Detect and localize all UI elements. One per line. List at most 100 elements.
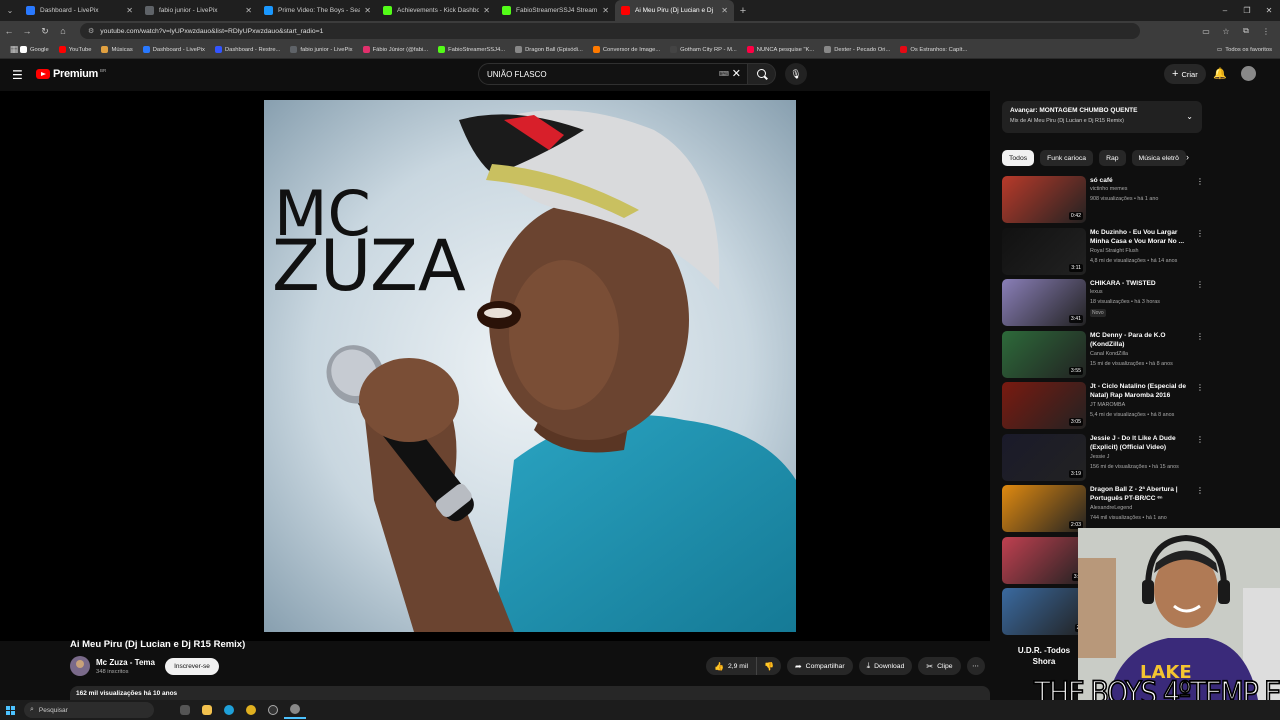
filter-chip[interactable]: Música eletrô (1131, 150, 1186, 166)
share-button[interactable]: ➦ Compartilhar (786, 657, 853, 675)
close-tab-icon[interactable]: ✕ (245, 6, 252, 15)
recommended-thumbnail[interactable]: 3:05 (1002, 382, 1086, 429)
maximize-icon[interactable]: ❐ (1236, 0, 1258, 21)
browser-tab[interactable]: Ai Meu Piru (Dj Lucian e Dj ✕ (615, 0, 734, 21)
account-avatar[interactable] (1241, 66, 1256, 81)
recommended-title[interactable]: só café (1090, 176, 1194, 185)
recommended-title[interactable]: MC Denny - Para de K.O (KondZilla) (1090, 331, 1194, 349)
notifications-bell-icon[interactable]: 🔔 (1213, 67, 1227, 80)
recommended-video[interactable]: 0:42 só café victinho memes 908 visualizaçõ… (1002, 176, 1204, 224)
minimize-icon[interactable]: – (1214, 0, 1236, 21)
recommended-thumbnail[interactable]: 2:03 (1002, 485, 1086, 532)
filter-chip[interactable]: Todos (1002, 150, 1035, 166)
recommended-video[interactable]: 3:41 CHIKARA - TWISTED lexus 18 visualizaçõ… (1002, 279, 1204, 327)
more-vertical-icon[interactable]: ⋮ (1196, 280, 1204, 289)
chrome-icon[interactable] (240, 701, 262, 719)
filter-chip[interactable]: Funk carioca (1040, 150, 1094, 166)
tab-search-icon[interactable]: ⌄ (0, 0, 20, 21)
cast-icon[interactable]: ▭ (1196, 27, 1216, 36)
youtube-logo[interactable]: Premium BR (36, 68, 106, 80)
more-vertical-icon[interactable]: ⋮ (1196, 229, 1204, 238)
download-button[interactable]: ⤓ Download (858, 657, 913, 675)
playlist-panel[interactable]: Avançar: MONTAGEM CHUMBO QUENTE Mix de A… (1002, 101, 1202, 133)
recommended-video[interactable]: 3:19 Jessie J - Do It Like A Dude (Explic… (1002, 433, 1204, 482)
bookmark-item[interactable]: Dexter - Pecado Ori... (824, 46, 890, 53)
obs-icon[interactable] (262, 701, 284, 719)
recommended-channel[interactable]: Jessie J (1090, 454, 1109, 460)
all-bookmarks-link[interactable]: ▭ Todos os favoritos (1217, 41, 1272, 59)
browser-tab[interactable]: fabio junior - LivePix ✕ (139, 0, 258, 21)
menu-icon[interactable]: ⋮ (1256, 27, 1276, 36)
search-input[interactable]: UNIÃO FLASCO ⌨ ✕ (478, 63, 748, 85)
back-icon[interactable]: ← (0, 26, 18, 36)
close-tab-icon[interactable]: ✕ (602, 6, 609, 15)
recommended-title[interactable]: Jt - Ciclo Natalino (Especial de Natal) … (1090, 382, 1194, 400)
edge-icon[interactable] (218, 701, 240, 719)
more-vertical-icon[interactable]: ⋮ (1196, 435, 1204, 444)
browser-active-icon[interactable] (284, 701, 306, 719)
recommended-thumbnail[interactable]: 0:42 (1002, 176, 1086, 223)
more-vertical-icon[interactable]: ⋮ (1196, 486, 1204, 495)
extensions-icon[interactable]: ⧉ (1236, 26, 1256, 36)
bookmark-item[interactable]: Dashboard - LivePix (142, 46, 205, 53)
reload-icon[interactable]: ↻ (36, 26, 54, 37)
more-actions-button[interactable]: ⋯ (966, 657, 985, 675)
recommended-video[interactable]: 3:11 Mc Duzinho - Eu Vou Largar Minha Cas… (1002, 227, 1204, 276)
browser-tab[interactable]: Dashboard - LivePix ✕ (20, 0, 139, 21)
recommended-video[interactable]: 2:03 Dragon Ball Z - 2ª Abertura | Portug… (1002, 485, 1204, 533)
voice-search-icon[interactable]: 🎙 (785, 63, 807, 85)
home-icon[interactable]: ⌂ (54, 26, 72, 36)
recommended-title[interactable]: Mc Duzinho - Eu Vou Largar Minha Casa e … (1090, 228, 1194, 246)
recommended-channel[interactable]: Royal Straight Flush (1090, 248, 1139, 254)
windows-start-icon[interactable] (0, 700, 20, 720)
close-tab-icon[interactable]: ✕ (126, 6, 133, 15)
recommended-channel[interactable]: JT MAROMBA (1090, 402, 1125, 408)
search-button[interactable] (748, 63, 776, 85)
chevron-right-icon[interactable]: › (1186, 152, 1189, 162)
more-vertical-icon[interactable]: ⋮ (1196, 177, 1204, 186)
recommended-channel[interactable]: AlexandreLegend (1090, 505, 1132, 511)
video-player[interactable]: MC ZUZA (0, 91, 990, 641)
close-tab-icon[interactable]: ✕ (721, 6, 728, 15)
chevron-down-icon[interactable]: ⌄ (1186, 112, 1193, 121)
recommended-channel[interactable]: Canal KondZilla (1090, 351, 1128, 357)
taskbar-search-input[interactable]: ⌕ Pesquisar (24, 702, 154, 718)
more-vertical-icon[interactable]: ⋮ (1196, 383, 1204, 392)
bookmark-item[interactable]: Músicas (101, 46, 133, 53)
filter-chip[interactable]: Rap (1099, 150, 1126, 166)
clip-button[interactable]: ✂ Clipe (918, 657, 961, 675)
new-tab-button[interactable]: + (734, 5, 752, 17)
url-input[interactable]: ⚙ youtube.com/watch?v=lyUPxwzdauo&list=R… (80, 23, 1140, 39)
site-info-icon[interactable]: ⚙ (88, 27, 94, 35)
bookmark-item[interactable]: fabio junior - LivePix (290, 46, 353, 53)
recommended-title[interactable]: Dragon Ball Z - 2ª Abertura | Português … (1090, 485, 1194, 503)
recommended-thumbnail[interactable]: 2: (1002, 588, 1086, 635)
recommended-title[interactable]: CHIKARA - TWISTED (1090, 279, 1194, 288)
more-vertical-icon[interactable]: ⋮ (1196, 332, 1204, 341)
recommended-channel[interactable]: victinho memes (1090, 186, 1127, 192)
recommended-thumbnail[interactable]: 3:41 (1002, 279, 1086, 326)
bookmark-item[interactable]: Fábio Júnior (@fabi... (362, 46, 428, 53)
bookmark-item[interactable]: YouTube (58, 46, 91, 53)
bookmark-item[interactable]: Dashboard - Restre... (214, 46, 280, 53)
close-window-icon[interactable]: ✕ (1258, 0, 1280, 21)
bookmark-item[interactable]: Os Estranhos: Capít... (900, 46, 967, 53)
guide-menu-icon[interactable]: ☰ (12, 68, 23, 82)
like-button[interactable]: 👍 2,9 mil (706, 657, 757, 675)
subscribe-button[interactable]: Inscrever-se (165, 658, 219, 675)
bookmark-item[interactable]: NUNCA pesquise "K... (746, 46, 814, 53)
bookmark-star-icon[interactable]: ☆ (1216, 27, 1236, 36)
browser-tab[interactable]: Achievements - Kick Dashboard✕ (377, 0, 496, 21)
recommended-title[interactable]: Jessie J - Do It Like A Dude (Explicit) … (1090, 434, 1194, 452)
close-tab-icon[interactable]: ✕ (364, 6, 371, 15)
file-explorer-icon[interactable] (196, 701, 218, 719)
bookmark-item[interactable]: Gotham City RP - M... (670, 46, 737, 53)
recommended-thumbnail[interactable]: 3:55 (1002, 330, 1086, 378)
channel-avatar[interactable] (70, 656, 90, 676)
channel-name[interactable]: Mc Zuza - Tema (96, 658, 155, 667)
recommended-thumbnail[interactable]: 3:11 (1002, 227, 1086, 275)
bookmark-item[interactable]: Dragon Ball (Episódi... (515, 46, 583, 53)
recommended-video[interactable]: 3:55 MC Denny - Para de K.O (KondZilla) Ca… (1002, 330, 1204, 379)
recommended-video[interactable]: 3:05 Jt - Ciclo Natalino (Especial de Nat… (1002, 382, 1204, 430)
task-view-icon[interactable] (174, 701, 196, 719)
